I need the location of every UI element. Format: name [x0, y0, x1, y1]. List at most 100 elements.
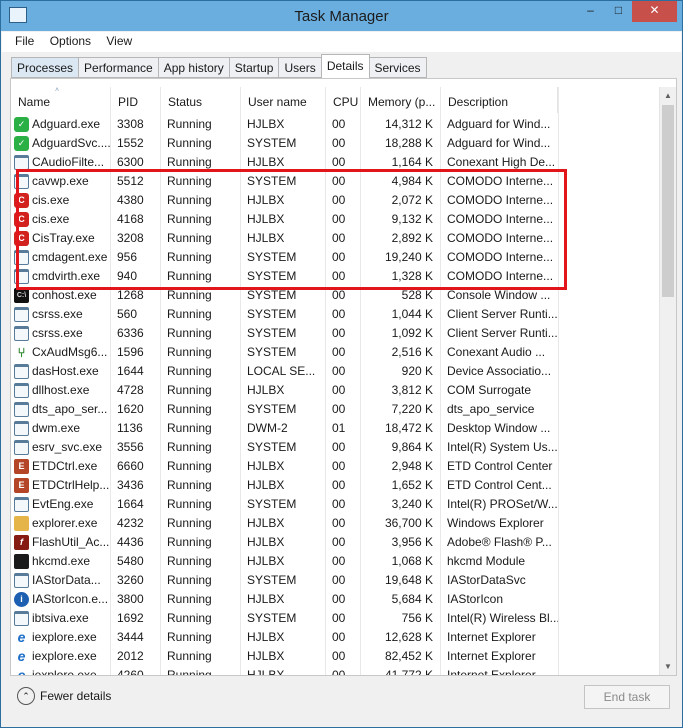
table-row[interactable]: i IAStorIcon.e... 3800 Running HJLBX 00 5,684 … — [11, 590, 659, 609]
cell-desc: Desktop Window ... — [447, 421, 551, 435]
table-row[interactable]: IAStorData... 3260 Running SYSTEM 00 19,648 K… — [11, 571, 659, 590]
cell-pid: 5512 — [117, 174, 144, 188]
column-header-name[interactable]: ˄ Name — [11, 87, 110, 113]
cell-cpu: 00 — [332, 535, 346, 549]
cell-pid: 1620 — [117, 402, 144, 416]
scroll-down-icon[interactable]: ▼ — [660, 658, 676, 675]
window-icon — [14, 440, 29, 455]
cell-mem: 2,948 K — [391, 459, 433, 473]
column-header-user-name[interactable]: User name — [240, 87, 325, 113]
cell-cpu: 00 — [332, 478, 346, 492]
table-row[interactable]: esrv_svc.exe 3556 Running SYSTEM 00 9,864 K In… — [11, 438, 659, 457]
table-row[interactable]: C CisTray.exe 3208 Running HJLBX 00 2,892 K COM… — [11, 229, 659, 248]
cell-user: HJLBX — [247, 383, 285, 397]
window-icon — [14, 174, 29, 189]
cell-name: E ETDCtrl.exe — [11, 457, 110, 476]
fewer-details-button[interactable]: ⌃ Fewer details — [17, 687, 111, 707]
table-row[interactable]: dllhost.exe 4728 Running HJLBX 00 3,812 K COM … — [11, 381, 659, 400]
column-header-status[interactable]: Status — [160, 87, 240, 113]
table-row[interactable]: cmdagent.exe 956 Running SYSTEM 00 19,240 K CO… — [11, 248, 659, 267]
window-icon — [14, 364, 29, 379]
close-button[interactable]: ✕ — [632, 1, 677, 22]
window-icon — [14, 611, 29, 626]
cell-user: HJLBX — [247, 478, 285, 492]
menu-file[interactable]: File — [2, 32, 40, 48]
cell-pid: 1644 — [117, 364, 144, 378]
cell-name: cmdagent.exe — [11, 248, 110, 267]
maximize-button[interactable]: □ — [605, 1, 632, 22]
cell-pid: 1552 — [117, 136, 144, 150]
tab-details[interactable]: Details — [320, 54, 370, 78]
table-row[interactable]: f FlashUtil_Ac... 4436 Running HJLBX 00 3,956 … — [11, 533, 659, 552]
tab-users[interactable]: Users — [278, 57, 321, 78]
cell-status: Running — [167, 535, 212, 549]
cell-user: HJLBX — [247, 592, 285, 606]
table-row[interactable]: e iexplore.exe 3444 Running HJLBX 00 12,628 K I… — [11, 628, 659, 647]
menu-options[interactable]: Options — [44, 32, 97, 48]
scroll-thumb[interactable] — [662, 105, 674, 297]
table-row[interactable]: ✓ Adguard.exe 3308 Running HJLBX 00 14,312 K Ad… — [11, 115, 659, 134]
cell-name: f FlashUtil_Ac... — [11, 533, 110, 552]
cell-status: Running — [167, 554, 212, 568]
hkcmd-icon — [14, 554, 29, 569]
comodo-icon: C — [14, 212, 29, 227]
cell-cpu: 00 — [332, 459, 346, 473]
scroll-up-icon[interactable]: ▲ — [660, 87, 676, 104]
menu-view[interactable]: View — [100, 32, 138, 48]
table-row[interactable]: hkcmd.exe 5480 Running HJLBX 00 1,068 K hkcmd … — [11, 552, 659, 571]
cell-pid: 1664 — [117, 497, 144, 511]
cell-cpu: 00 — [332, 326, 346, 340]
cell-name: Ccis.exe — [11, 191, 110, 210]
cell-status: Running — [167, 459, 212, 473]
cell-mem: 528 K — [401, 288, 433, 302]
table-row[interactable]: cavwp.exe 5512 Running SYSTEM 00 4,984 K COMOD… — [11, 172, 659, 191]
table-row[interactable]: ⑂ CxAudMsg6... 1596 Running SYSTEM 00 2,516 K C… — [11, 343, 659, 362]
footer-bar: ⌃ Fewer details End task — [1, 678, 682, 728]
tab-app-history[interactable]: App history — [157, 57, 229, 78]
tab-performance[interactable]: Performance — [78, 57, 158, 78]
table-row[interactable]: dasHost.exe 1644 Running LOCAL SE... 00 920 K… — [11, 362, 659, 381]
table-row[interactable]: EvtEng.exe 1664 Running SYSTEM 00 3,240 K Inte… — [11, 495, 659, 514]
table-row[interactable]: dwm.exe 1136 Running DWM-2 01 18,472 K Desktop… — [11, 419, 659, 438]
tab-services[interactable]: Services — [369, 57, 427, 78]
cell-user: SYSTEM — [247, 402, 297, 416]
table-row[interactable]: dts_apo_ser... 1620 Running SYSTEM 00 7,220 K… — [11, 400, 659, 419]
table-row[interactable]: csrss.exe 560 Running SYSTEM 00 1,044 K Client… — [11, 305, 659, 324]
table-row[interactable]: E ETDCtrl.exe 6660 Running HJLBX 00 2,948 K ETD… — [11, 457, 659, 476]
table-row[interactable]: E ETDCtrlHelp... 3436 Running HJLBX 00 1,652 K… — [11, 476, 659, 495]
cell-pid: 956 — [117, 250, 138, 264]
table-row[interactable]: e iexplore.exe 4260 Running HJLBX 00 41,772 K I… — [11, 666, 659, 676]
cell-cpu: 00 — [332, 212, 346, 226]
window-icon — [14, 573, 29, 588]
end-task-button[interactable]: End task — [584, 685, 670, 709]
column-header-description[interactable]: Description — [440, 87, 558, 113]
cell-user: HJLBX — [247, 649, 285, 663]
column-header-pid[interactable]: PID — [110, 87, 160, 113]
column-header-cpu[interactable]: CPU — [325, 87, 360, 113]
tab-startup[interactable]: Startup — [228, 57, 279, 78]
title-bar[interactable]: Task Manager – □ ✕ — [1, 1, 682, 31]
cell-pid: 3260 — [117, 573, 144, 587]
cell-cpu: 00 — [332, 383, 346, 397]
cell-user: HJLBX — [247, 459, 285, 473]
table-row[interactable]: CAudioFilte... 6300 Running HJLBX 00 1,164 K C… — [11, 153, 659, 172]
cell-mem: 5,684 K — [391, 592, 433, 606]
table-row[interactable]: ibtsiva.exe 1692 Running SYSTEM 00 756 K Intel… — [11, 609, 659, 628]
cell-user: HJLBX — [247, 231, 285, 245]
table-row[interactable]: ✓ AdguardSvc.... 1552 Running SYSTEM 00 18,288… — [11, 134, 659, 153]
table-row[interactable]: csrss.exe 6336 Running SYSTEM 00 1,092 K Clien… — [11, 324, 659, 343]
table-row[interactable]: Ccis.exe 4380 Running HJLBX 00 2,072 K COMODO … — [11, 191, 659, 210]
tab-processes[interactable]: Processes — [11, 57, 79, 78]
column-header-memory[interactable]: Memory (p... — [360, 87, 440, 113]
cell-mem: 3,956 K — [391, 535, 433, 549]
cell-desc: COMODO Interne... — [447, 269, 554, 283]
table-row[interactable]: C:\ conhost.exe 1268 Running SYSTEM 00 528 K Co… — [11, 286, 659, 305]
vertical-scrollbar[interactable]: ▲ ▼ — [659, 87, 676, 675]
table-row[interactable]: e iexplore.exe 2012 Running HJLBX 00 82,452 K I… — [11, 647, 659, 666]
cell-desc: Adobe® Flash® P... — [447, 535, 552, 549]
cell-desc: Adguard for Wind... — [447, 136, 551, 150]
minimize-button[interactable]: – — [577, 1, 604, 22]
table-row[interactable]: explorer.exe 4232 Running HJLBX 00 36,700 K Wi… — [11, 514, 659, 533]
table-row[interactable]: cmdvirth.exe 940 Running SYSTEM 00 1,328 K COM… — [11, 267, 659, 286]
table-row[interactable]: Ccis.exe 4168 Running HJLBX 00 9,132 K COMODO … — [11, 210, 659, 229]
